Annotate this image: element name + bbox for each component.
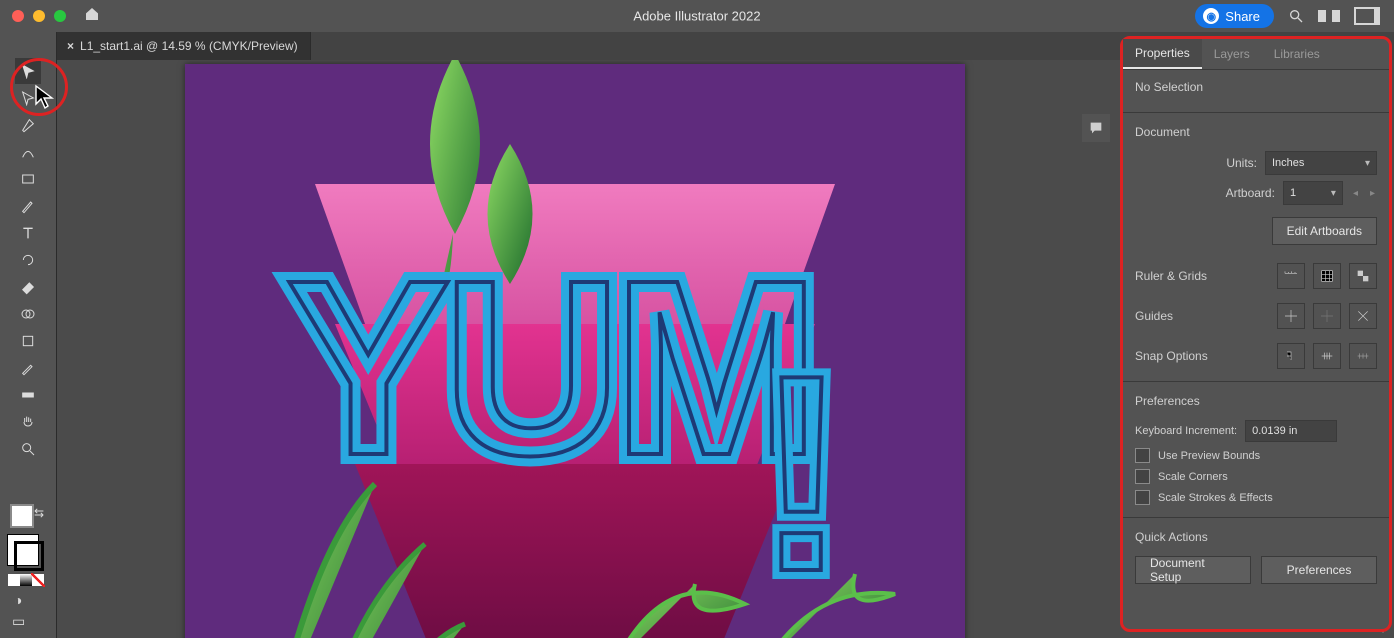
cloud-icon: ◉ (1203, 8, 1219, 24)
titlebar: Adobe Illustrator 2022 ◉ Share (0, 0, 1394, 33)
snap-to-point-icon[interactable] (1313, 343, 1341, 369)
artboard[interactable]: YUM YUM ! ! (185, 64, 965, 638)
default-fill-stroke-icon[interactable] (10, 504, 34, 528)
units-dropdown[interactable]: Inches ▾ (1265, 151, 1377, 175)
snap-options-label: Snap Options (1135, 349, 1208, 363)
pen-tool[interactable] (15, 112, 41, 138)
home-icon[interactable] (84, 6, 100, 27)
document-tab-label: L1_start1.ai @ 14.59 % (CMYK/Preview) (80, 39, 298, 53)
zoom-tool[interactable] (15, 436, 41, 462)
tools-panel: ⇆ ◑ ▭ (0, 32, 57, 638)
none-mode-icon[interactable] (32, 574, 44, 586)
app-title: Adobe Illustrator 2022 (633, 9, 760, 24)
transparency-grid-icon[interactable] (1349, 263, 1377, 289)
fill-stroke-control[interactable] (7, 534, 39, 566)
scale-strokes-label: Scale Strokes & Effects (1158, 492, 1273, 504)
rotate-tool[interactable] (15, 247, 41, 273)
type-tool[interactable] (15, 220, 41, 246)
selection-tool[interactable] (15, 58, 41, 84)
shape-builder-tool[interactable] (15, 301, 41, 327)
ruler-grids-label: Ruler & Grids (1135, 269, 1207, 283)
checkbox-icon (1135, 448, 1150, 463)
preferences-button[interactable]: Preferences (1261, 556, 1377, 584)
document-section-heading: Document (1135, 125, 1377, 139)
color-mode-swatches[interactable] (8, 574, 44, 586)
use-preview-bounds-checkbox[interactable]: Use Preview Bounds (1135, 448, 1377, 463)
preferences-section-heading: Preferences (1135, 394, 1377, 408)
share-label: Share (1225, 9, 1260, 24)
keyboard-increment-value: 0.0139 in (1252, 425, 1297, 437)
show-guides-icon[interactable] (1277, 303, 1305, 329)
rectangle-tool[interactable] (15, 166, 41, 192)
eraser-tool[interactable] (15, 274, 41, 300)
snap-to-pixel-icon[interactable] (1277, 343, 1305, 369)
eyedropper-tool[interactable] (15, 355, 41, 381)
swap-fill-stroke-icon[interactable]: ⇆ (34, 506, 44, 520)
scale-strokes-checkbox[interactable]: Scale Strokes & Effects (1135, 490, 1377, 505)
color-mode-icon[interactable] (8, 574, 20, 586)
paintbrush-tool[interactable] (15, 193, 41, 219)
units-value: Inches (1272, 157, 1304, 169)
minimize-window-button[interactable] (33, 10, 45, 22)
share-button[interactable]: ◉ Share (1195, 4, 1274, 28)
preferences-label: Preferences (1287, 563, 1352, 577)
scale-corners-checkbox[interactable]: Scale Corners (1135, 469, 1377, 484)
keyboard-increment-label: Keyboard Increment: (1135, 425, 1237, 437)
next-artboard-button[interactable]: ▸ (1368, 188, 1377, 199)
lock-guides-icon[interactable] (1313, 303, 1341, 329)
artboard-tool[interactable] (15, 328, 41, 354)
document-setup-button[interactable]: Document Setup (1135, 556, 1251, 584)
artboard-value: 1 (1290, 187, 1296, 199)
properties-panel: Properties Layers Libraries No Selection… (1120, 36, 1392, 632)
draw-mode-icon[interactable]: ◑ (14, 592, 22, 608)
chevron-down-icon: ▾ (1331, 188, 1336, 199)
smart-guides-icon[interactable] (1349, 303, 1377, 329)
edit-artboards-label: Edit Artboards (1287, 224, 1362, 238)
hand-tool[interactable] (15, 409, 41, 435)
selection-state-label: No Selection (1135, 80, 1377, 94)
gradient-tool[interactable] (15, 382, 41, 408)
panel-tabs: Properties Layers Libraries (1123, 39, 1389, 70)
quick-actions-heading: Quick Actions (1135, 530, 1377, 544)
edit-artboards-button[interactable]: Edit Artboards (1272, 217, 1377, 245)
stem-icon (255, 424, 475, 638)
window-controls (12, 10, 66, 22)
ruler-toggle-icon[interactable] (1277, 263, 1305, 289)
document-setup-label: Document Setup (1150, 556, 1236, 584)
arrange-documents-icon[interactable] (1318, 8, 1340, 24)
tab-properties[interactable]: Properties (1123, 39, 1202, 69)
workspace-switcher-icon[interactable] (1354, 7, 1380, 25)
use-preview-bounds-label: Use Preview Bounds (1158, 450, 1260, 462)
guides-label: Guides (1135, 309, 1173, 323)
maximize-window-button[interactable] (54, 10, 66, 22)
search-icon[interactable] (1288, 8, 1304, 24)
screen-mode-icon[interactable]: ▭ (12, 613, 25, 630)
artboard-dropdown[interactable]: 1 ▾ (1283, 181, 1343, 205)
chevron-down-icon: ▾ (1365, 158, 1370, 169)
curvature-tool[interactable] (15, 139, 41, 165)
close-tab-icon[interactable]: × (67, 39, 74, 53)
grid-toggle-icon[interactable] (1313, 263, 1341, 289)
keyboard-increment-field[interactable]: 0.0139 in (1245, 420, 1337, 442)
prev-artboard-button[interactable]: ◂ (1351, 188, 1360, 199)
checkbox-icon (1135, 490, 1150, 505)
checkbox-icon (1135, 469, 1150, 484)
units-label: Units: (1187, 156, 1257, 170)
snap-to-grid-icon[interactable] (1349, 343, 1377, 369)
tab-layers[interactable]: Layers (1202, 39, 1262, 69)
document-tab[interactable]: × L1_start1.ai @ 14.59 % (CMYK/Preview) (57, 32, 311, 60)
tab-libraries[interactable]: Libraries (1262, 39, 1332, 69)
direct-selection-tool[interactable] (15, 85, 41, 111)
swirl-icon (605, 484, 905, 638)
artboard-label: Artboard: (1205, 186, 1275, 200)
comments-panel-icon[interactable] (1082, 114, 1110, 142)
scale-corners-label: Scale Corners (1158, 471, 1228, 483)
close-window-button[interactable] (12, 10, 24, 22)
